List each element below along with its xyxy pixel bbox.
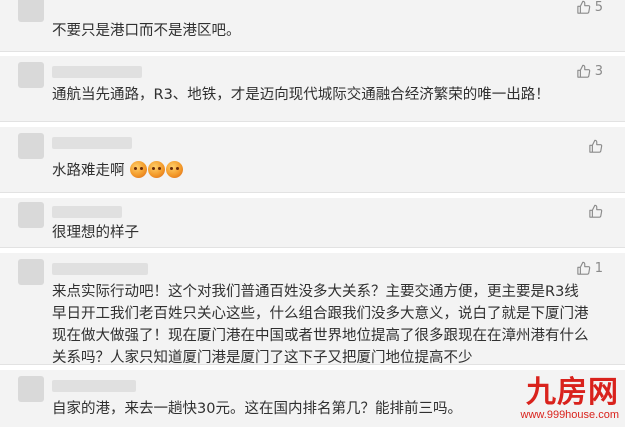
avatar[interactable]: [18, 376, 44, 402]
grimace-emoji-icon: [166, 161, 184, 178]
username: [52, 380, 136, 392]
comment-card: 很理想的样子: [0, 198, 625, 248]
grimace-emoji-icon: [130, 161, 148, 178]
comment-text: 通航当先通路，R3、地铁，才是迈向现代城际交通融合经济繁荣的唯一出路！: [52, 87, 550, 103]
username: [52, 66, 142, 78]
username: [52, 137, 132, 149]
thumbs-up-icon: [576, 64, 591, 79]
thumbs-up-icon: [576, 261, 591, 276]
like-button[interactable]: 1: [576, 261, 603, 276]
like-count: 3: [594, 64, 603, 79]
comment-text: 不要只是港口而不是港区吧。: [52, 23, 241, 39]
comment-text: 来点实际行动吧！这个对我们普通百姓没多大关系？主要交通方便，更主要是R3线早日开…: [52, 284, 589, 366]
comment-text-content: 水路难走啊: [52, 163, 125, 179]
like-button[interactable]: 5: [576, 0, 603, 15]
watermark-url: www.999house.com: [520, 409, 619, 421]
comment-card: 来点实际行动吧！这个对我们普通百姓没多大关系？主要交通方便，更主要是R3线早日开…: [0, 253, 625, 366]
comment-text: 自家的港，来去一趟快30元。这在国内排名第几？能排前三吗。: [52, 401, 462, 417]
like-count: 5: [594, 0, 603, 15]
avatar[interactable]: [18, 62, 44, 88]
like-button[interactable]: 3: [576, 64, 603, 79]
comment-card: 通航当先通路，R3、地铁，才是迈向现代城际交通融合经济繁荣的唯一出路！ 3: [0, 56, 625, 122]
like-count: 1: [594, 261, 603, 276]
avatar[interactable]: [18, 202, 44, 228]
comment-card: 不要只是港口而不是港区吧。 5: [0, 0, 625, 52]
watermark-logo: 九房网: [526, 375, 619, 410]
avatar[interactable]: [18, 133, 44, 159]
comment-text: 水路难走啊: [52, 160, 593, 182]
like-button[interactable]: [588, 139, 603, 154]
thumbs-up-icon: [588, 204, 603, 219]
thumbs-up-icon: [588, 139, 603, 154]
username: [52, 263, 148, 275]
avatar[interactable]: [18, 0, 44, 22]
grimace-emoji-icon: [148, 161, 166, 178]
username: [52, 206, 122, 218]
comment-text: 很理想的样子: [52, 225, 139, 241]
site-watermark: 九房网 www.999house.com: [520, 375, 619, 422]
like-button[interactable]: [588, 204, 603, 219]
avatar[interactable]: [18, 259, 44, 285]
comment-card: 水路难走啊: [0, 127, 625, 193]
thumbs-up-icon: [576, 0, 591, 15]
